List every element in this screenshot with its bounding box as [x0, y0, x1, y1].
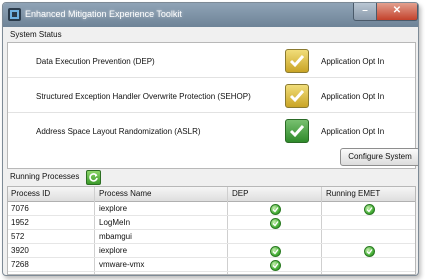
cell-process-id: 572 — [11, 232, 25, 241]
title-bar[interactable]: Enhanced Mitigation Experience Toolkit –… — [3, 3, 418, 27]
column-header-running-emet[interactable]: Running EMET — [326, 189, 380, 198]
cell-process-id: 1952 — [11, 218, 29, 227]
refresh-icon[interactable] — [86, 170, 101, 185]
dep-enabled-icon — [270, 204, 281, 215]
cell-process-id: 3920 — [11, 246, 29, 255]
running-processes-heading: Running Processes — [10, 172, 80, 181]
cell-process-name: iexplore — [99, 246, 128, 255]
emet-running-icon — [364, 246, 375, 257]
status-row-value: Application Opt In — [321, 127, 385, 136]
cell-process-name: vmware-vmx — [99, 260, 145, 269]
status-row-value: Application Opt In — [321, 57, 385, 66]
yellow-check-icon — [285, 49, 309, 73]
cell-process-name: LogMeIn — [99, 218, 131, 227]
dep-enabled-icon — [270, 246, 281, 257]
status-row-label: Structured Exception Handler Overwrite P… — [36, 92, 251, 101]
column-header-process-name[interactable]: Process Name — [99, 189, 151, 198]
close-icon: ✕ — [392, 5, 402, 16]
system-status-heading: System Status — [10, 30, 62, 39]
window-title: Enhanced Mitigation Experience Toolkit — [25, 9, 182, 19]
status-row-value: Application Opt In — [321, 92, 385, 101]
table-header: Process ID Process Name DEP Running EMET — [8, 187, 415, 202]
dep-enabled-icon — [270, 218, 281, 229]
table-row[interactable]: 572 mbamgui — [8, 230, 415, 244]
emet-app-icon — [8, 8, 21, 21]
table-row[interactable]: 3920 iexplore — [8, 244, 415, 258]
dep-enabled-icon — [270, 260, 281, 271]
column-header-process-id[interactable]: Process ID — [11, 189, 50, 198]
configure-system-button[interactable]: Configure System — [340, 148, 418, 166]
cell-process-id: 7268 — [11, 260, 29, 269]
cell-process-name: iexplore — [99, 204, 128, 213]
green-check-icon — [285, 119, 309, 143]
minimize-icon: – — [362, 5, 368, 16]
cell-process-name: mbamgui — [99, 232, 132, 241]
status-row-sehop: Structured Exception Handler Overwrite P… — [8, 78, 415, 113]
table-row[interactable]: 7268 vmware-vmx — [8, 258, 415, 272]
column-header-dep[interactable]: DEP — [232, 189, 248, 198]
emet-running-icon — [364, 204, 375, 215]
status-row-label: Data Execution Prevention (DEP) — [36, 57, 155, 66]
status-row-label: Address Space Layout Randomization (ASLR… — [36, 127, 201, 136]
minimize-button[interactable]: – — [353, 3, 377, 21]
table-row[interactable]: 7076 iexplore — [8, 202, 415, 216]
emet-window: Enhanced Mitigation Experience Toolkit –… — [2, 2, 419, 276]
table-row[interactable]: 1952 LogMeIn — [8, 216, 415, 230]
yellow-check-icon — [285, 84, 309, 108]
status-row-dep: Data Execution Prevention (DEP) Applicat… — [8, 43, 415, 78]
process-table: Process ID Process Name DEP Running EMET… — [7, 186, 416, 275]
cell-process-id: 7076 — [11, 204, 29, 213]
status-row-aslr: Address Space Layout Randomization (ASLR… — [8, 113, 415, 147]
close-button[interactable]: ✕ — [376, 3, 418, 21]
